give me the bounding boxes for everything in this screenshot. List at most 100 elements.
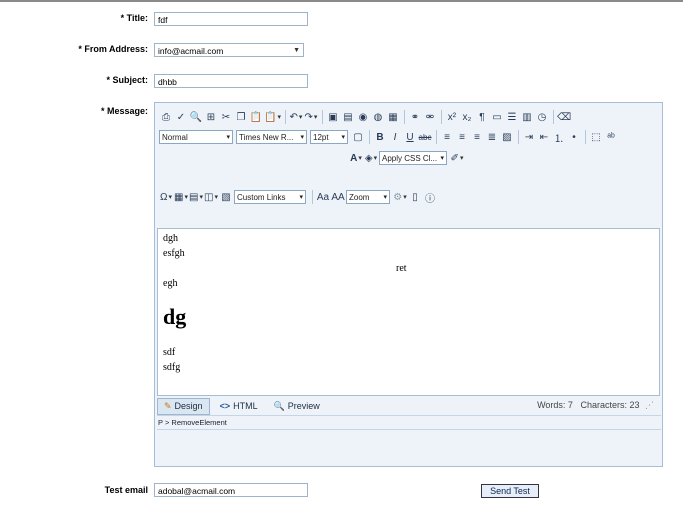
content-line: esfgh — [163, 248, 185, 259]
preview-mode-label: Preview — [287, 401, 320, 411]
content-line: dgh — [163, 233, 178, 244]
document-manager-icon[interactable]: ▤ — [341, 109, 355, 125]
format-stripper-icon[interactable]: ⌫ — [557, 109, 571, 125]
html-mode-tab[interactable]: <> HTML — [214, 399, 264, 414]
background-color-icon[interactable]: ◈ — [364, 150, 378, 166]
from-address-value: info@acmail.com — [158, 46, 224, 56]
code-icon: <> — [219, 401, 231, 411]
unlink-icon[interactable]: ⚮ — [423, 109, 437, 125]
test-email-input[interactable]: adobal@acmail.com — [154, 483, 308, 497]
copy-icon[interactable]: ❐ — [234, 109, 248, 125]
insert-snippet-icon[interactable]: ▤ — [189, 189, 203, 205]
content-line: ret — [396, 263, 407, 274]
convert-upper-icon[interactable]: AA — [331, 189, 345, 205]
module-manager-icon[interactable]: ⚙ — [393, 189, 407, 205]
custom-dialog-icon[interactable]: ◫ — [204, 189, 218, 205]
rich-text-editor: ⎙ ✓ 🔍 ⊞ ✂ ❐ 📋 📋 ↶ ↷ ▣ ▤ ◉ ◍ ▦ ⚭ ⚮ x² x₂ … — [154, 102, 663, 467]
custom-links-select[interactable]: Custom Links ▾ — [234, 190, 306, 204]
spellcheck-icon[interactable]: ✓ — [174, 109, 188, 125]
superscript-icon[interactable]: x² — [445, 109, 459, 125]
paragraph-icon[interactable]: ¶ — [475, 109, 489, 125]
align-center-icon[interactable]: ≡ — [455, 129, 469, 145]
css-class-select[interactable]: Apply CSS Cl... ▾ — [379, 151, 447, 165]
editor-content-area[interactable]: dgh esfgh ret egh dg sdf sdfg — [157, 228, 660, 396]
insert-date-icon[interactable]: ▥ — [520, 109, 534, 125]
title-label: * Title: — [120, 13, 148, 23]
word-count-status: Words: 7 Characters: 23 ⋰ — [537, 400, 654, 411]
font-name-select[interactable]: Times New R... ▾ — [236, 130, 307, 144]
paragraph-style-select[interactable]: Normal ▾ — [159, 130, 233, 144]
horizontal-rule-icon[interactable]: ☰ — [505, 109, 519, 125]
font-color-icon[interactable]: A — [349, 150, 363, 166]
css-class-value: Apply CSS Cl... — [382, 153, 438, 163]
zoom-value: Zoom — [349, 192, 370, 202]
toolbar-row-3: A ◈ Apply CSS Cl...▾ ✐ — [349, 149, 465, 167]
toolbar-row-2: Normal ▾ Times New R... ▾ 12pt ▾ ▢ B I U ab… — [159, 128, 619, 146]
html-mode-label: HTML — [233, 401, 258, 411]
toolbar-row-4: Ω ▦ ▤ ◫ ▧ Custom Links▾ Aa AA Zoom▾ ⚙ ▯ … — [159, 188, 438, 206]
insert-form-icon[interactable]: ▭ — [490, 109, 504, 125]
justify-icon[interactable]: ≣ — [485, 129, 499, 145]
font-size-select[interactable]: 12pt ▾ — [310, 130, 348, 144]
magnifier-icon: 🔍 — [273, 400, 285, 411]
paste-options-icon[interactable]: 📋 — [264, 109, 281, 125]
message-label: * Message: — [100, 106, 148, 116]
template-manager-icon[interactable]: ▦ — [386, 109, 400, 125]
redo-icon[interactable]: ↷ — [304, 109, 318, 125]
undo-icon[interactable]: ↶ — [289, 109, 303, 125]
from-address-select[interactable]: info@acmail.com ▼ — [154, 43, 304, 57]
convert-lower-icon[interactable]: Aa — [316, 189, 330, 205]
flash-manager-icon[interactable]: ◉ — [356, 109, 370, 125]
pencil-icon: ✎ — [164, 400, 172, 411]
italic-icon[interactable]: I — [388, 129, 402, 145]
font-size-value: 12pt — [313, 132, 329, 142]
real-font-size-icon[interactable]: ▢ — [351, 129, 365, 145]
media-manager-icon[interactable]: ◍ — [371, 109, 385, 125]
image-manager-icon[interactable]: ▣ — [326, 109, 340, 125]
from-address-label: * From Address: — [78, 44, 148, 54]
subject-input[interactable]: dhbb — [154, 74, 308, 88]
insert-table-icon[interactable]: ▦ — [174, 189, 188, 205]
align-left-icon[interactable]: ≡ — [440, 129, 454, 145]
numbered-list-icon[interactable]: ⒈ — [552, 129, 566, 145]
top-border — [0, 0, 683, 2]
remove-alignment-icon[interactable]: ▨ — [500, 129, 514, 145]
format-brush-icon[interactable]: ✐ — [450, 150, 464, 166]
underline-icon[interactable]: U — [403, 129, 417, 145]
toggle-screen-icon[interactable]: ▯ — [408, 189, 422, 205]
zoom-select[interactable]: Zoom ▾ — [346, 190, 390, 204]
strikethrough-icon[interactable]: abc — [418, 129, 432, 145]
send-test-button[interactable]: Send Test — [481, 484, 539, 498]
design-mode-tab[interactable]: ✎ Design — [157, 397, 210, 415]
preview-mode-tab[interactable]: 🔍 Preview — [268, 399, 326, 414]
find-icon[interactable]: 🔍 — [189, 109, 203, 125]
dom-inspector-path[interactable]: P > RemoveElement — [157, 415, 661, 430]
select-all-icon[interactable]: ⊞ — [204, 109, 218, 125]
chevron-down-icon: ▾ — [440, 155, 444, 162]
link-icon[interactable]: ⚭ — [408, 109, 422, 125]
title-input[interactable]: fdf — [154, 12, 308, 26]
test-email-label: Test email — [104, 485, 148, 495]
font-name-value: Times New R... — [239, 132, 294, 142]
bulleted-list-icon[interactable]: • — [567, 129, 581, 145]
print-icon[interactable]: ⎙ — [159, 109, 173, 125]
chevron-down-icon: ▾ — [300, 134, 304, 141]
indent-icon[interactable]: ⇥ — [522, 129, 536, 145]
toolbar-row-1: ⎙ ✓ 🔍 ⊞ ✂ ❐ 📋 📋 ↶ ↷ ▣ ▤ ◉ ◍ ▦ ⚭ ⚮ x² x₂ … — [159, 108, 572, 126]
bold-icon[interactable]: B — [373, 129, 387, 145]
cut-icon[interactable]: ✂ — [219, 109, 233, 125]
insert-time-icon[interactable]: ◷ — [535, 109, 549, 125]
outdent-icon[interactable]: ⇤ — [537, 129, 551, 145]
subscript-icon[interactable]: x₂ — [460, 109, 474, 125]
chevron-down-icon: ▼ — [293, 47, 300, 54]
content-line: sdfg — [163, 362, 181, 373]
resize-grip-icon[interactable]: ⋰ — [645, 400, 654, 410]
characters-count: Characters: 23 — [580, 400, 640, 410]
insert-symbol-icon[interactable]: Ω — [159, 189, 173, 205]
toggle-border-icon[interactable]: ⬚ — [589, 129, 603, 145]
align-right-icon[interactable]: ≡ — [470, 129, 484, 145]
ajax-spellcheck-icon[interactable]: ᵃᵇ — [604, 129, 618, 145]
about-icon[interactable]: ⓘ — [423, 189, 437, 205]
image-map-icon[interactable]: ▧ — [219, 189, 233, 205]
paste-icon[interactable]: 📋 — [249, 109, 263, 125]
